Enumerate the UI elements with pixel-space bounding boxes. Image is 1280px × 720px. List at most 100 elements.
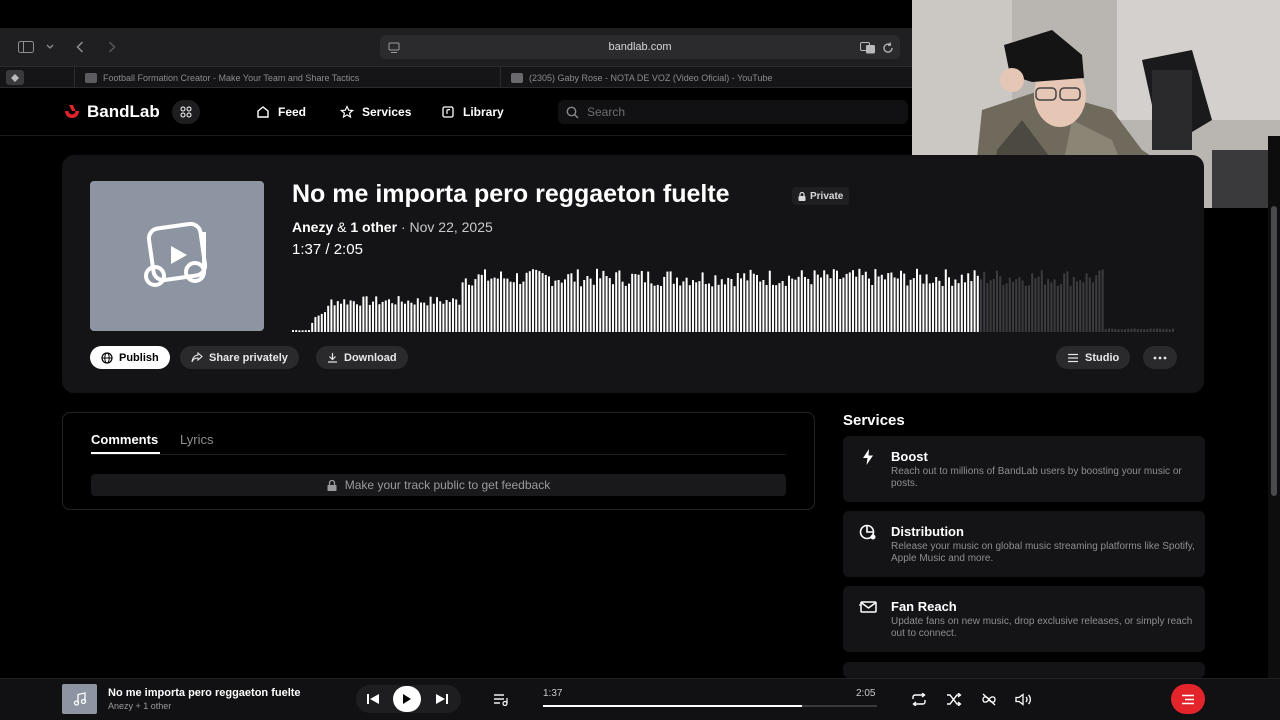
waveform-bar	[820, 277, 822, 332]
waveform[interactable]	[292, 260, 1176, 332]
waveform-bar	[410, 302, 413, 332]
waveform-bar	[1098, 270, 1101, 332]
waveform-bar	[1136, 329, 1139, 332]
service-distribution[interactable]: Distribution Release your music on globa…	[843, 511, 1205, 577]
waveform-bar	[832, 269, 835, 332]
waveform-bar	[996, 270, 998, 332]
share-privately-button[interactable]: Share privately	[180, 346, 299, 369]
repeat-button[interactable]	[909, 685, 929, 713]
chevron-down-icon[interactable]	[44, 28, 56, 66]
waveform-bar	[692, 280, 694, 332]
tab-comments[interactable]: Comments	[91, 432, 158, 447]
player-track-title[interactable]: No me importa pero reggaeton fuelte	[108, 687, 301, 699]
waveform-bar	[381, 301, 384, 332]
waveform-bar	[932, 282, 934, 332]
browser-tab[interactable]: Football Formation Creator - Make Your T…	[74, 67, 448, 89]
apps-grid-button[interactable]	[172, 100, 200, 124]
back-icon[interactable]	[72, 28, 88, 66]
volume-button[interactable]	[1014, 685, 1034, 713]
track-time: 1:37 / 2:05	[292, 241, 363, 258]
studio-button[interactable]: Studio	[1056, 346, 1131, 369]
waveform-bar	[356, 304, 358, 332]
waveform-bar	[596, 268, 598, 332]
volume-icon	[1015, 692, 1031, 706]
waveform-bar	[1088, 277, 1091, 332]
service-fan-reach[interactable]: Fan Reach Update fans on new music, drop…	[843, 586, 1205, 652]
waveform-bar	[666, 271, 669, 332]
tab-overview-icon[interactable]	[6, 70, 24, 85]
player-track-artist[interactable]: Anezy + 1 other	[108, 701, 171, 711]
search-bar[interactable]	[558, 100, 908, 124]
mail-icon	[859, 601, 877, 613]
service-card-partial[interactable]	[843, 662, 1205, 678]
waveform-bar	[887, 273, 890, 332]
next-button[interactable]	[431, 685, 453, 713]
waveform-bar	[429, 296, 432, 332]
waveform-bar	[724, 284, 726, 332]
track-others[interactable]: 1 other	[350, 219, 397, 235]
waveform-bar	[736, 273, 739, 332]
waveform-bar	[1172, 328, 1174, 332]
waveform-bar	[573, 281, 576, 332]
waveform-bar	[1162, 329, 1165, 332]
waveform-bar	[647, 271, 650, 332]
nav-services[interactable]: Services	[340, 100, 411, 124]
browser-tab[interactable]: (2305) Gaby Rose - NOTA DE VOZ (Video Of…	[500, 67, 864, 89]
translate-icon[interactable]	[860, 41, 876, 59]
autoplay-off-button[interactable]	[979, 685, 999, 713]
play-icon-wrap[interactable]	[393, 685, 421, 713]
download-button[interactable]: Download	[316, 346, 408, 369]
forward-icon[interactable]	[104, 28, 120, 66]
player-cover[interactable]	[62, 684, 97, 714]
queue-button[interactable]	[490, 685, 512, 713]
waveform-bar	[314, 317, 317, 332]
nav-services-label: Services	[362, 105, 412, 119]
bandlab-logo[interactable]: BandLab	[62, 100, 160, 124]
shuffle-icon	[947, 692, 962, 706]
tab-lyrics[interactable]: Lyrics	[180, 432, 213, 447]
waveform-bar	[900, 270, 902, 332]
nav-feed[interactable]: Feed	[256, 100, 306, 124]
waveform-bar	[727, 277, 730, 332]
address-bar[interactable]: bandlab.com	[380, 35, 900, 59]
waveform-bar	[1024, 285, 1027, 332]
scrollbar-thumb[interactable]	[1271, 206, 1277, 496]
waveform-bar	[490, 278, 493, 332]
waveform-bar	[1044, 284, 1046, 332]
sidebar-toggle-icon[interactable]	[16, 28, 36, 66]
track-cover	[90, 181, 264, 331]
publish-button[interactable]: Publish	[90, 346, 170, 369]
waveform-bar	[957, 283, 960, 332]
waveform-bar	[528, 271, 531, 332]
waveform-bar	[1146, 329, 1149, 332]
previous-button[interactable]	[362, 685, 384, 713]
waveform-bar	[986, 283, 989, 332]
track-artist[interactable]: Anezy	[292, 219, 333, 235]
waveform-bar	[960, 274, 963, 332]
waveform-bar	[916, 268, 918, 332]
waveform-bar	[951, 285, 954, 332]
waveform-bar	[397, 296, 400, 332]
waveform-bar	[436, 297, 438, 332]
private-badge: Private	[792, 187, 850, 205]
track-current-time: 1:37	[292, 241, 322, 258]
search-input[interactable]	[587, 105, 887, 119]
waveform-bar	[352, 301, 355, 332]
shuffle-button[interactable]	[944, 685, 964, 713]
waveform-bar	[615, 272, 618, 332]
waveform-bar	[711, 286, 714, 332]
nav-library[interactable]: Library	[441, 100, 504, 124]
service-boost[interactable]: Boost Reach out to millions of BandLab u…	[843, 436, 1205, 502]
menu-button[interactable]	[1171, 684, 1205, 714]
waveform-bar	[730, 279, 733, 332]
waveform-bar	[756, 275, 758, 332]
waveform-bar	[375, 296, 378, 332]
reload-icon[interactable]	[882, 41, 894, 59]
more-options-button[interactable]	[1143, 346, 1177, 369]
waveform-bar	[628, 283, 630, 332]
waveform-bar	[320, 313, 323, 332]
search-icon	[566, 106, 579, 118]
waveform-bar	[1069, 285, 1072, 332]
waveform-bar	[330, 299, 333, 332]
waveform-bar	[480, 274, 483, 332]
